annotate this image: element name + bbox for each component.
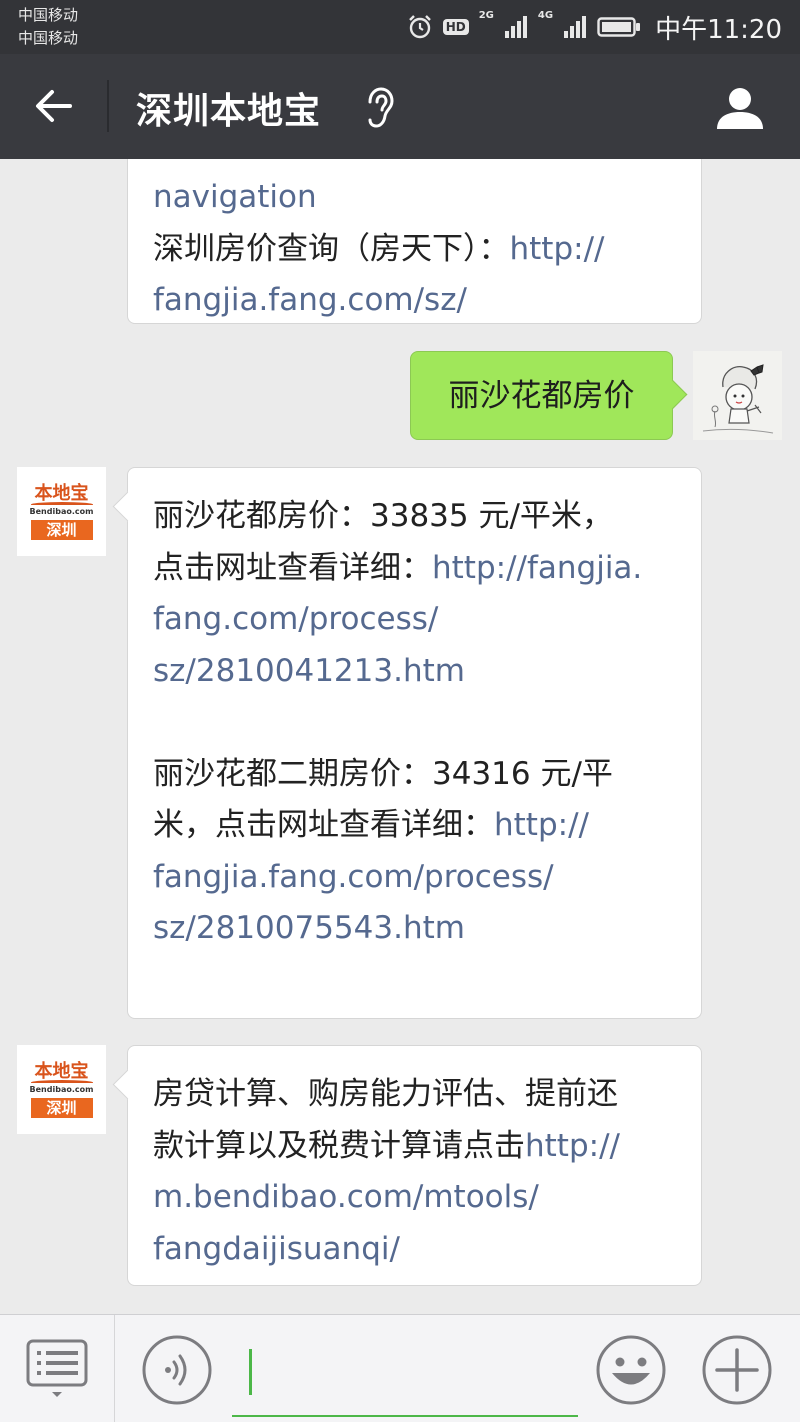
carrier-name-2: 中国移动: [18, 29, 79, 47]
bot-avatar[interactable]: 本地宝 Bendibao.com 深圳: [17, 1045, 106, 1134]
alarm-icon: [408, 15, 431, 39]
message-bubble-user[interactable]: 丽沙花都房价: [410, 351, 673, 440]
message-link[interactable]: fangjia.fang.com/process/: [153, 859, 554, 895]
back-arrow-icon: [36, 90, 72, 122]
message-line: 房贷计算、购房能力评估、提前还: [153, 1076, 618, 1112]
cartoon-avatar-image: [693, 351, 782, 440]
message-link[interactable]: fang.com/process/: [153, 601, 438, 637]
input-bar: [0, 1314, 800, 1422]
voice-icon[interactable]: [141, 1334, 213, 1406]
text-caret: [249, 1349, 252, 1395]
bendibao-logo-text: 本地宝: [34, 482, 89, 504]
message-line: 深圳房价查询（房天下）：http://: [153, 224, 679, 276]
message-line: 丽沙花都房价：33835 元/平米，: [153, 498, 613, 534]
message-bubble-bot: 丽沙花都房价：33835 元/平米， 点击网址查看详细：http://fangj…: [127, 467, 702, 1019]
plus-icon[interactable]: [701, 1334, 773, 1406]
message-line: m.bendibao.com/mtools/: [153, 1172, 679, 1224]
message-line: 米，点击网址查看详细：http://: [153, 800, 679, 852]
message-link[interactable]: fangjia.fang.com/sz/: [153, 282, 467, 318]
battery-icon: [597, 17, 641, 37]
message-line: fangjia.fang.com/sz/: [153, 275, 679, 327]
message-link[interactable]: http://: [525, 1128, 620, 1164]
message-link[interactable]: sz/2810041213.htm: [153, 653, 465, 689]
back-button[interactable]: [22, 74, 86, 138]
chat-header: 深圳本地宝: [0, 54, 800, 159]
message-link[interactable]: http://: [510, 231, 605, 267]
message-line: sz/2810041213.htm: [153, 646, 679, 698]
message-link[interactable]: http://: [494, 807, 589, 843]
menu-list-icon: [26, 1339, 88, 1397]
logo-city-tag: 深圳: [30, 519, 93, 540]
message-line: fangjia.fang.com/process/: [153, 852, 679, 904]
message-link[interactable]: m.bendibao.com/mtools/: [153, 1179, 539, 1215]
bendibao-logo-text: 本地宝: [34, 1060, 89, 1082]
message-line: navigation: [153, 172, 679, 224]
status-indicators: HD 2G 4G 中午11:20: [407, 10, 782, 45]
message-line: 丽沙花都二期房价：34316 元/平: [153, 755, 613, 792]
message-link[interactable]: sz/2810075543.htm: [153, 910, 465, 946]
logo-site-text: Bendibao.com: [29, 506, 94, 516]
message-link[interactable]: fangdaijisuanqi/: [153, 1231, 400, 1267]
network-type-2: 4G: [537, 10, 554, 21]
carrier-name-1: 中国移动: [18, 6, 79, 24]
signal-icon-2: [564, 16, 587, 38]
message-input[interactable]: [232, 1345, 578, 1417]
ear-icon: [368, 87, 394, 128]
profile-button[interactable]: [708, 76, 772, 140]
message-link[interactable]: http://fangjia.: [432, 550, 642, 586]
hd-badge: HD: [442, 19, 469, 35]
page-title: 深圳本地宝: [136, 91, 322, 132]
chat-messages[interactable]: navigation 深圳房价查询（房天下）：http:// fangjia.f…: [0, 159, 800, 1314]
network-type-1: 2G: [478, 10, 494, 21]
message-text: 点击网址查看详细：: [153, 549, 432, 586]
message-line: 款计算以及税费计算请点击http://: [153, 1121, 679, 1173]
message-line: 点击网址查看详细：http://fangjia.: [153, 543, 679, 595]
header-divider: [107, 80, 109, 132]
message-bubble-bot: navigation 深圳房价查询（房天下）：http:// fangjia.f…: [127, 159, 702, 324]
message-line: sz/2810075543.htm: [153, 903, 679, 955]
message-text: 款计算以及税费计算请点击: [153, 1127, 525, 1164]
menu-toggle-button[interactable]: [0, 1315, 115, 1422]
profile-icon: [717, 88, 763, 129]
logo-site-text: Bendibao.com: [29, 1084, 94, 1094]
message-text: 深圳房价查询（房天下）：: [153, 230, 510, 267]
message-bubble-bot: 房贷计算、购房能力评估、提前还 款计算以及税费计算请点击http:// m.be…: [127, 1045, 702, 1286]
logo-city-tag: 深圳: [30, 1097, 93, 1118]
message-line: fang.com/process/: [153, 594, 679, 646]
message-link[interactable]: navigation: [153, 179, 317, 215]
emoji-icon[interactable]: [595, 1334, 667, 1406]
user-avatar[interactable]: [693, 351, 782, 440]
message-text: 米，点击网址查看详细：: [153, 807, 494, 843]
status-bar: 中国移动 中国移动 HD 2G 4G 中午11:20: [0, 0, 800, 54]
signal-icon: [504, 16, 527, 38]
clock: 中午11:20: [655, 14, 782, 45]
bot-avatar[interactable]: 本地宝 Bendibao.com 深圳: [17, 467, 106, 556]
message-line: fangdaijisuanqi/: [153, 1224, 679, 1276]
